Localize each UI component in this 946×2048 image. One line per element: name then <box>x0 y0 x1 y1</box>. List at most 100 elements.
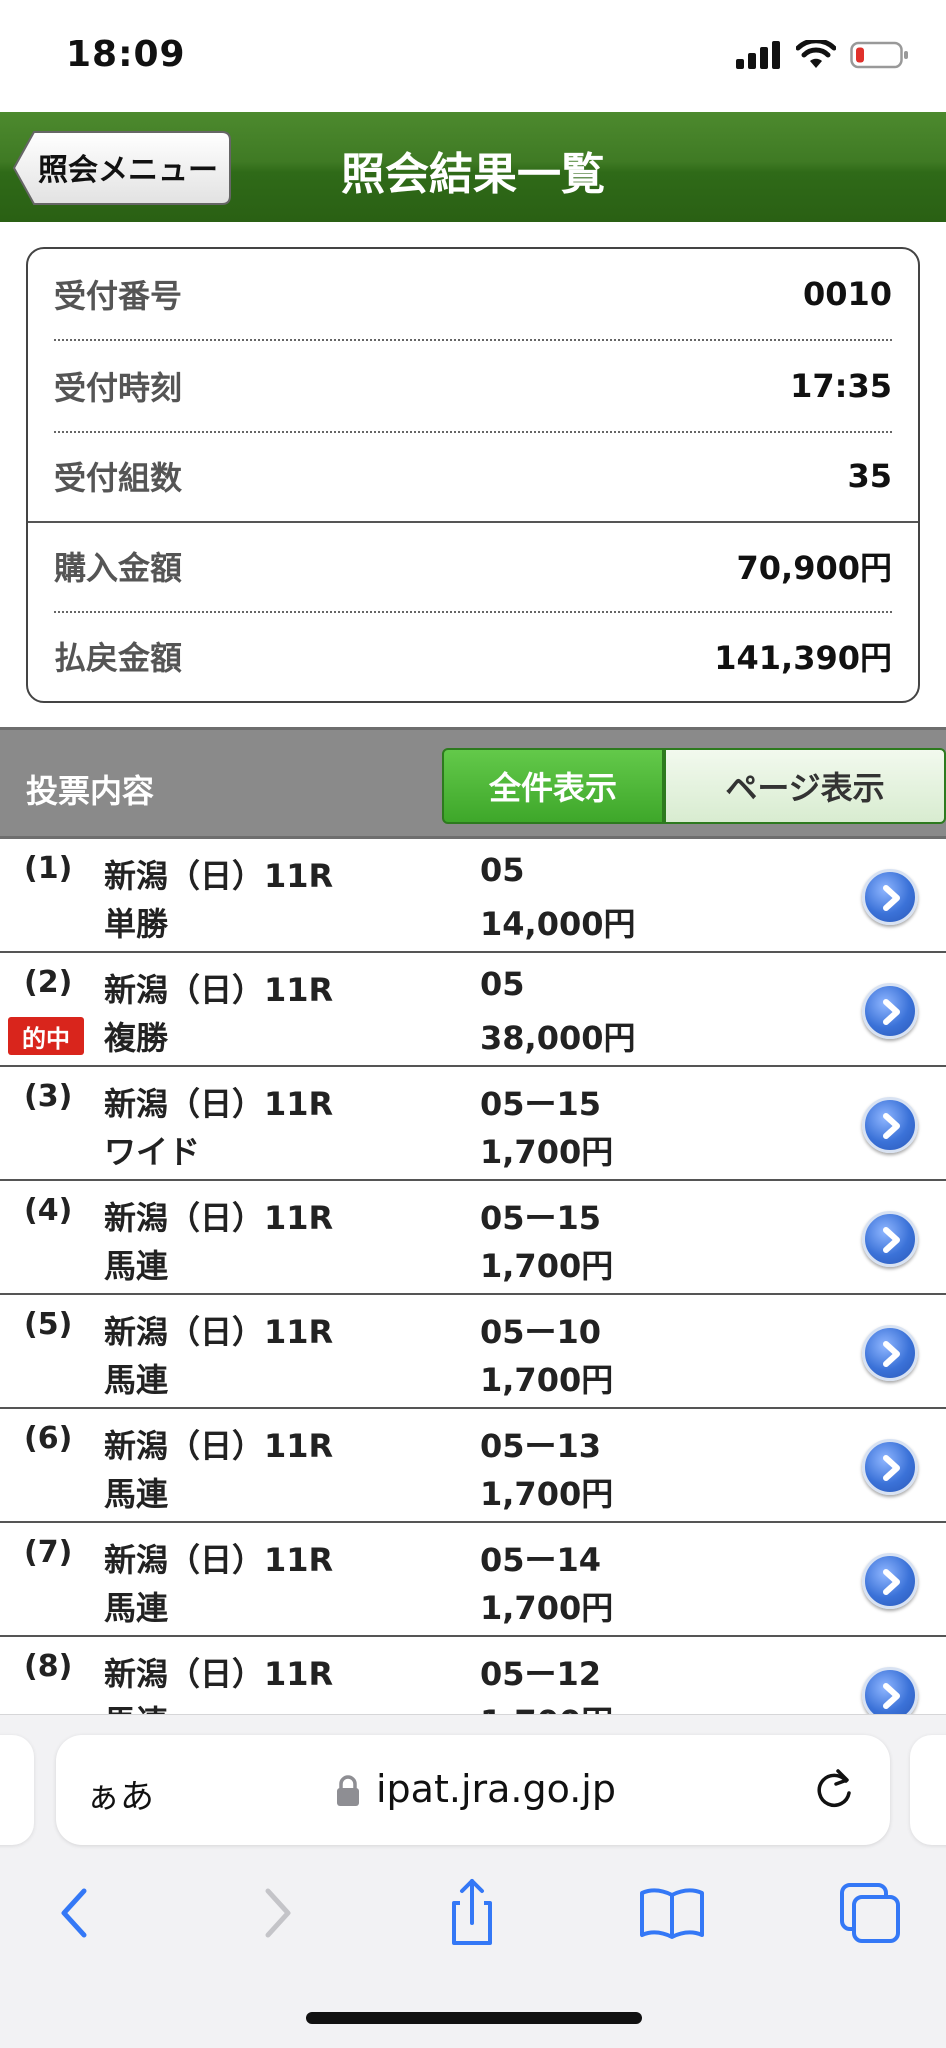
bet-amount: 38,000円 <box>480 1019 636 1057</box>
detail-arrow-button[interactable] <box>862 1097 918 1153</box>
back-arrow-icon[interactable] <box>36 1873 116 1953</box>
bet-type: 馬連 <box>104 1361 169 1399</box>
bet-amount: 1,700円 <box>480 1133 614 1171</box>
bet-row[interactable]: (6) 新潟（日）11R 馬連 05ー13 1,700円 <box>0 1409 946 1523</box>
bet-amount: 1,700円 <box>480 1475 614 1513</box>
bet-amount: 1,700円 <box>480 1589 614 1627</box>
bet-number: (3) <box>24 1079 73 1114</box>
bet-number: (4) <box>24 1193 73 1228</box>
summary-row-set-count: 受付組数 35 <box>54 431 892 521</box>
page-title: 照会結果一覧 <box>341 149 605 200</box>
bet-row[interactable]: (1) 新潟（日）11R 単勝 05 14,000円 <box>0 839 946 953</box>
bet-type: 馬連 <box>104 1247 169 1285</box>
detail-arrow-button[interactable] <box>862 1325 918 1381</box>
chevron-right-icon <box>883 1227 900 1253</box>
bet-number: (7) <box>24 1535 73 1570</box>
bet-list: (1) 新潟（日）11R 単勝 05 14,000円 (2) 新潟（日）11R 複勝 05 38,… <box>0 839 946 1714</box>
summary-label: 受付番号 <box>54 277 183 315</box>
status-icons <box>736 40 910 70</box>
bet-combination: 05ー15 <box>480 1199 602 1237</box>
chevron-right-icon <box>883 885 900 911</box>
reload-icon[interactable] <box>812 1767 856 1813</box>
bet-combination: 05ー10 <box>480 1313 602 1351</box>
previous-tab-peek[interactable] <box>0 1735 34 1845</box>
bet-combination: 05ー12 <box>480 1655 602 1693</box>
detail-arrow-button[interactable] <box>862 983 918 1039</box>
bet-type: 馬連 <box>104 1475 169 1513</box>
bet-type: 単勝 <box>104 905 169 943</box>
bet-amount: 1,700円 <box>480 1697 613 1714</box>
bet-race: 新潟（日）11R <box>104 1541 334 1579</box>
bet-row[interactable]: (4) 新潟（日）11R 馬連 05ー15 1,700円 <box>0 1181 946 1295</box>
bet-type: 馬連 <box>104 1697 168 1714</box>
bet-race: 新潟（日）11R <box>104 1655 334 1693</box>
detail-arrow-button[interactable] <box>862 1667 918 1714</box>
chevron-right-icon <box>883 1455 900 1481</box>
summary-label: 購入金額 <box>54 549 183 587</box>
cellular-signal-icon <box>736 41 780 69</box>
battery-icon <box>850 41 908 69</box>
summary-row-receipt-time: 受付時刻 17:35 <box>54 341 892 431</box>
bet-amount: 1,700円 <box>480 1247 614 1285</box>
summary-label: 受付組数 <box>54 459 183 497</box>
summary-value: 141,390円 <box>714 639 892 677</box>
bet-number: (1) <box>24 851 73 886</box>
summary-row-purchase-amount: 購入金額 70,900円 <box>54 521 892 611</box>
bet-race: 新潟（日）11R <box>104 1427 334 1465</box>
tab-show-all[interactable]: 全件表示 <box>442 748 664 824</box>
bet-combination: 05 <box>480 851 525 889</box>
chevron-right-icon <box>883 1113 900 1139</box>
bet-combination: 05 <box>480 965 525 1003</box>
forward-arrow-icon[interactable] <box>236 1873 316 1953</box>
reader-options-button[interactable]: ぁあ <box>86 1769 154 1818</box>
chevron-right-icon <box>883 1341 900 1367</box>
bet-type: 複勝 <box>104 1019 169 1057</box>
summary-row-payout-amount: 払戻金額 141,390円 <box>54 611 892 701</box>
status-time: 18:09 <box>66 34 186 75</box>
summary-row-receipt-number: 受付番号 0010 <box>54 249 892 339</box>
chevron-right-icon <box>883 1683 900 1709</box>
bookmarks-icon[interactable] <box>632 1873 712 1953</box>
summary-box: 受付番号 0010 受付時刻 17:35 受付組数 35 購入金額 70,900… <box>26 247 920 703</box>
tab-page-view[interactable]: ページ表示 <box>664 748 946 824</box>
bet-row[interactable]: (3) 新潟（日）11R ワイド 05ー15 1,700円 <box>0 1067 946 1181</box>
bet-combination: 05ー15 <box>480 1085 602 1123</box>
share-icon[interactable] <box>432 1873 512 1953</box>
chevron-right-icon <box>883 1569 900 1595</box>
tabs-icon[interactable] <box>830 1873 910 1953</box>
detail-arrow-button[interactable] <box>862 1211 918 1267</box>
bet-combination: 05ー14 <box>480 1541 602 1579</box>
summary-label: 払戻金額 <box>54 639 183 677</box>
bet-number: (8) <box>24 1649 73 1684</box>
home-indicator <box>306 2012 642 2024</box>
detail-arrow-button[interactable] <box>862 1439 918 1495</box>
bet-race: 新潟（日）11R <box>104 1085 334 1123</box>
address-bar[interactable]: ぁあ ipat.jra.go.jp <box>56 1735 890 1845</box>
bet-race: 新潟（日）11R <box>104 971 334 1009</box>
summary-value: 70,900円 <box>736 549 893 587</box>
detail-arrow-button[interactable] <box>862 1553 918 1609</box>
summary-label: 受付時刻 <box>54 369 183 407</box>
status-bar: 18:09 <box>0 0 946 112</box>
next-tab-peek[interactable] <box>910 1735 946 1845</box>
bet-row[interactable]: (5) 新潟（日）11R 馬連 05ー10 1,700円 <box>0 1295 946 1409</box>
summary-value: 17:35 <box>790 367 892 405</box>
url-text[interactable]: ipat.jra.go.jp <box>376 1767 616 1811</box>
bet-type: 馬連 <box>104 1589 169 1627</box>
bet-number: (5) <box>24 1307 73 1342</box>
bet-race: 新潟（日）11R <box>104 857 334 895</box>
wifi-icon <box>796 40 836 68</box>
hit-badge: 的中 <box>8 1017 84 1055</box>
chevron-right-icon <box>883 999 900 1025</box>
browser-toolbar: ぁあ ipat.jra.go.jp <box>0 1714 946 2048</box>
bet-row[interactable]: (8) 新潟（日）11R 馬連 05ー12 1,700円 <box>0 1637 946 1714</box>
bet-number: (2) <box>24 965 73 1000</box>
detail-arrow-button[interactable] <box>862 869 918 925</box>
bet-number: (6) <box>24 1421 73 1456</box>
bet-row[interactable]: (2) 新潟（日）11R 複勝 05 38,000円 的中 <box>0 953 946 1067</box>
summary-value: 35 <box>847 457 892 495</box>
bet-race: 新潟（日）11R <box>104 1313 334 1351</box>
bet-row[interactable]: (7) 新潟（日）11R 馬連 05ー14 1,700円 <box>0 1523 946 1637</box>
section-bar: 投票内容 全件表示 ページ表示 <box>0 727 946 839</box>
bet-amount: 14,000円 <box>480 905 636 943</box>
